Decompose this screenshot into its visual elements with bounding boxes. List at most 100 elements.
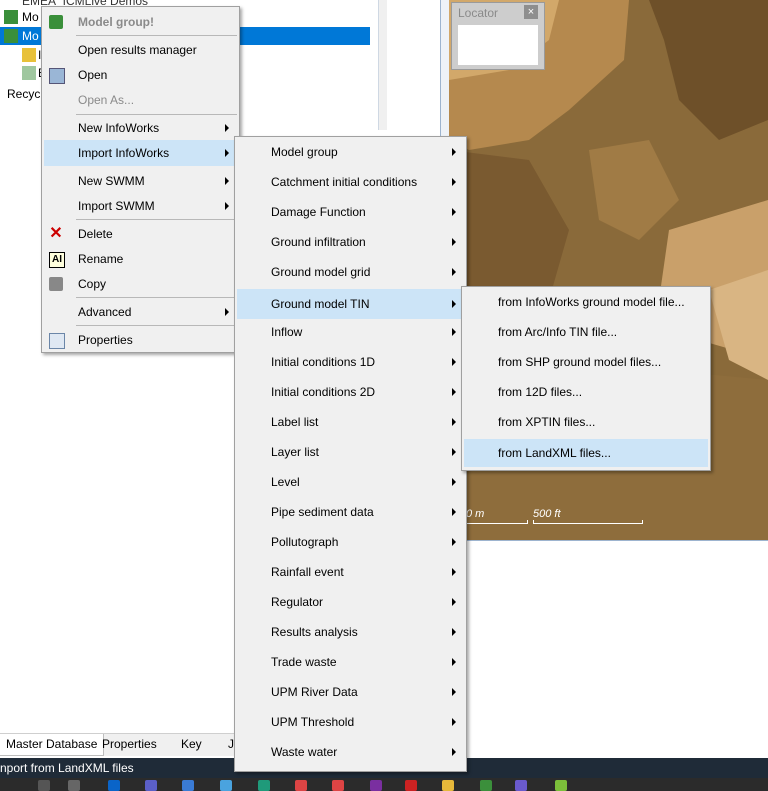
network-icon [22,48,36,62]
submenu-arrow-icon [452,508,456,516]
menu-item-label: Import SWMM [78,199,155,213]
submenu-arrow-icon [225,149,229,157]
lower-panel [465,540,768,759]
submenu-item-upm-river-data[interactable]: UPM River Data [237,679,464,705]
acrobat-icon[interactable] [405,780,417,791]
menu-item-open-results-manager[interactable]: Open results manager [44,37,237,63]
menu-item-open-as: Open As... [44,87,237,113]
menu-item-label: from SHP ground model files... [498,355,662,369]
menu-item-open[interactable]: Open [44,62,237,88]
menu-item-label: Waste water [271,745,338,759]
explorer-tabs: Master Database Properties Key Je [0,733,241,756]
submenu-arrow-icon [452,388,456,396]
chrome-icon[interactable] [295,780,307,791]
menu-separator [76,297,237,298]
menu-item-label: Advanced [78,305,132,319]
menu-item-label: New SWMM [78,174,145,188]
menu-item-label: Inflow [271,325,303,339]
app-icon[interactable] [555,780,567,791]
menu-item-advanced[interactable]: Advanced [44,299,237,325]
menu-item-rename[interactable]: AI Rename [44,246,237,272]
menu-item-new-infoworks[interactable]: New InfoWorks [44,115,237,141]
submenu-arrow-icon [452,358,456,366]
app-icon[interactable] [480,780,492,791]
menu-item-delete[interactable]: ✕ Delete [44,221,237,247]
menu-item-label: from LandXML files... [498,446,611,460]
menu-item-label: Delete [78,227,113,241]
close-icon[interactable]: × [524,5,538,19]
menu-separator [76,325,237,326]
app-icon[interactable] [515,780,527,791]
submenu-item-level[interactable]: Level [237,469,464,495]
tree-item-child-2[interactable]: E [0,64,46,82]
menu-item-import-infoworks[interactable]: Import InfoWorks [44,140,237,166]
submenu-arrow-icon [452,148,456,156]
submenu-item-label-list[interactable]: Label list [237,409,464,435]
properties-icon [49,333,65,349]
folder-icon[interactable] [442,780,454,791]
menu-header-model-group: Model group! [44,9,237,35]
submenu-item-inflow[interactable]: Inflow [237,319,464,345]
menu-item-label: Level [271,475,300,489]
submenu-item-regulator[interactable]: Regulator [237,589,464,615]
menu-item-import-swmm[interactable]: Import SWMM [44,193,237,219]
submenu-item-waste-water[interactable]: Waste water [237,739,464,765]
submenu-item-from-12d-files[interactable]: from 12D files... [464,379,708,405]
submenu-arrow-icon [452,178,456,186]
submenu-item-layer-list[interactable]: Layer list [237,439,464,465]
submenu-item-pollutograph[interactable]: Pollutograph [237,529,464,555]
tree-item-child-1[interactable]: I [0,46,41,64]
submenu-item-ground-model-tin[interactable]: Ground model TIN [237,289,464,319]
submenu-item-initial-conditions-2d[interactable]: Initial conditions 2D [237,379,464,405]
task-view-icon[interactable] [68,780,80,791]
submenu-arrow-icon [452,238,456,246]
scale-label-metric: 0 m [466,508,485,520]
teams-icon[interactable] [145,780,157,791]
app-icon[interactable] [182,780,194,791]
submenu-item-from-landxml-files[interactable]: from LandXML files... [464,439,708,467]
submenu-item-damage-function[interactable]: Damage Function [237,199,464,225]
outlook-icon[interactable] [108,780,120,791]
tab-label: Key [181,737,202,751]
submenu-item-from-infoworks-ground-model-file[interactable]: from InfoWorks ground model file... [464,289,708,315]
submenu-arrow-icon [452,658,456,666]
grid-icon [22,66,36,80]
menu-header-label: Model group! [78,15,154,29]
submenu-item-trade-waste[interactable]: Trade waste [237,649,464,675]
tree-item-model-1[interactable]: Mo [0,8,40,26]
submenu-item-pipe-sediment-data[interactable]: Pipe sediment data [237,499,464,525]
submenu-arrow-icon [452,568,456,576]
submenu-item-model-group[interactable]: Model group [237,139,464,165]
status-text: nport from LandXML files [0,761,134,775]
submenu-item-initial-conditions-1d[interactable]: Initial conditions 1D [237,349,464,375]
menu-separator [76,35,237,36]
tab-key[interactable]: Key [175,734,208,755]
locator-body [458,25,538,65]
onenote-icon[interactable] [370,780,382,791]
menu-item-new-swmm[interactable]: New SWMM [44,168,237,194]
submenu-item-ground-model-grid[interactable]: Ground model grid [237,259,464,285]
submenu-arrow-icon [452,208,456,216]
submenu-item-ground-infiltration[interactable]: Ground infiltration [237,229,464,255]
submenu-item-rainfall-event[interactable]: Rainfall event [237,559,464,585]
context-menu: Model group! Open results manager Open O… [41,6,240,353]
menu-item-label: Label list [271,415,319,429]
edge-icon[interactable] [258,780,270,791]
menu-item-label: from 12D files... [498,385,583,399]
menu-item-copy[interactable]: Copy [44,271,237,297]
chrome-icon[interactable] [332,780,344,791]
submenu-item-results-analysis[interactable]: Results analysis [237,619,464,645]
submenu-item-upm-threshold[interactable]: UPM Threshold [237,709,464,735]
tab-master-database[interactable]: Master Database [0,734,105,756]
menu-item-label: Results analysis [271,625,358,639]
tree-scrollbar[interactable] [378,0,387,130]
menu-item-properties[interactable]: Properties [44,327,237,353]
submenu-item-from-shp-ground-model-files[interactable]: from SHP ground model files... [464,349,708,375]
tab-label: Properties [102,737,157,751]
search-icon[interactable] [38,780,50,791]
globe-icon[interactable] [220,780,232,791]
submenu-item-catchment-initial-conditions[interactable]: Catchment initial conditions [237,169,464,195]
submenu-item-from-xptin-files[interactable]: from XPTIN files... [464,409,708,435]
submenu-item-from-arc-info-tin-file[interactable]: from Arc/Info TIN file... [464,319,708,345]
tab-properties[interactable]: Properties [96,734,163,755]
